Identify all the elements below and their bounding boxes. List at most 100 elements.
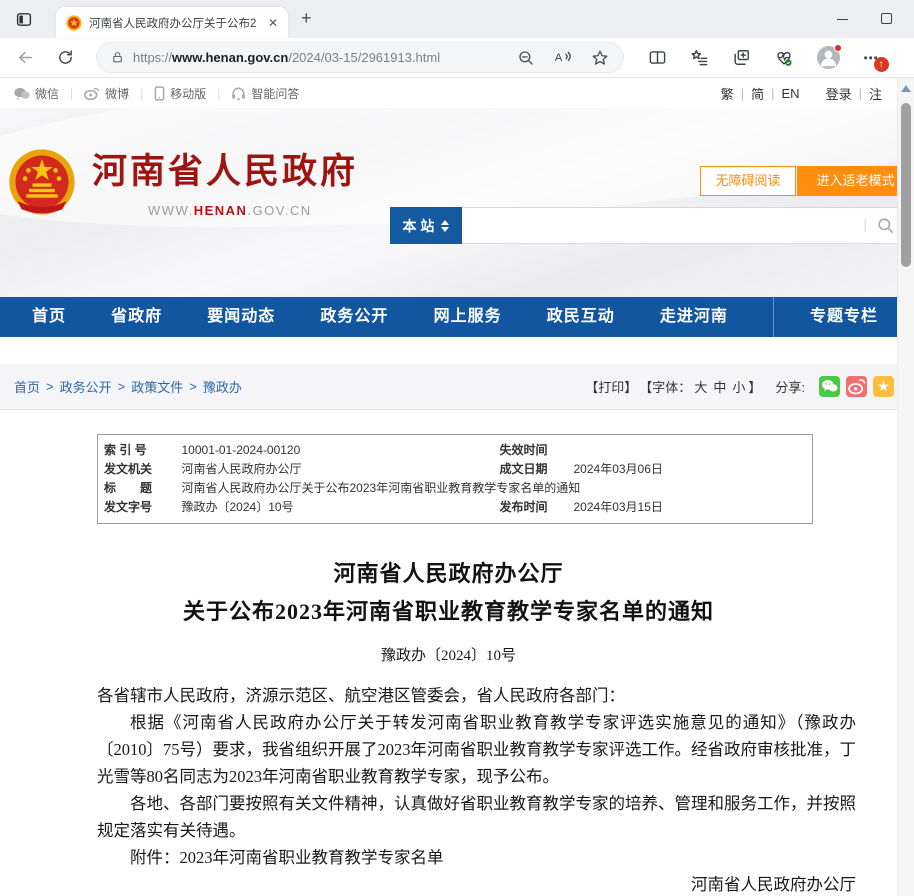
article-content: 索 引 号 10001-01-2024-00120 失效时间 发文机关 河南省人… [0, 410, 914, 896]
back-icon[interactable] [16, 48, 35, 67]
search-input[interactable] [462, 208, 913, 243]
weibo-link[interactable]: 微博 [84, 85, 129, 102]
page-tools: 【打印】 【字体： 大 中 小 】 分享: ★ [583, 376, 894, 397]
document-number: 豫政办〔2024〕10号 [0, 644, 897, 665]
nav-item-home[interactable]: 首页 [32, 297, 66, 337]
paragraph: 各省辖市人民政府，济源示范区、航空港区管委会，省人民政府各部门： [97, 682, 856, 709]
font-size-large[interactable]: 大 [694, 377, 707, 396]
mobile-version-link[interactable]: 移动版 [154, 85, 206, 102]
lang-traditional[interactable]: 繁 [721, 84, 734, 103]
collections-icon[interactable] [732, 48, 751, 67]
scope-arrows-icon [441, 220, 449, 232]
breadcrumb-yuzhengban[interactable]: 豫政办 [203, 377, 242, 396]
tab-actions-icon[interactable] [14, 11, 34, 28]
profile-avatar[interactable] [817, 46, 840, 69]
breadcrumb-policy-documents[interactable]: 政策文件 [131, 377, 183, 396]
table-row: 发文机关 河南省人民政府办公厅 成文日期 2024年03月06日 [98, 460, 813, 479]
lang-english[interactable]: EN [782, 86, 800, 101]
nav-item-news[interactable]: 要闻动态 [207, 297, 275, 337]
font-size-label: 【字体： [639, 377, 691, 396]
favorites-list-icon[interactable] [690, 48, 709, 67]
document-body: 各省辖市人民政府，济源示范区、航空港区管委会，省人民政府各部门： 根据《河南省人… [97, 682, 856, 896]
settings-more-icon[interactable]: ⋯↑ [863, 49, 879, 67]
site-header-banner: 河南省人民政府 WWW.HENAN.GOV.CN 无障碍阅读 进入适老模式 本 … [0, 108, 914, 297]
nav-item-provincial-gov[interactable]: 省政府 [111, 297, 162, 337]
tab-close-icon[interactable]: ✕ [268, 17, 278, 29]
url-text[interactable]: https://www.henan.gov.cn/2024/03-15/2961… [133, 50, 440, 65]
search-scope-dropdown[interactable]: 本 站 [390, 207, 462, 244]
utility-separator: | [70, 86, 73, 100]
breadcrumb-home[interactable]: 首页 [14, 377, 40, 396]
search-input-wrap: | [462, 207, 914, 244]
utility-separator: | [140, 86, 143, 100]
nav-item-gov-affairs[interactable]: 政务公开 [320, 297, 388, 337]
search-icon[interactable] [876, 216, 895, 235]
font-size-medium[interactable]: 中 [713, 377, 726, 396]
headset-icon [231, 86, 246, 101]
nav-item-into-henan[interactable]: 走进河南 [660, 297, 728, 337]
share-qzone-icon[interactable]: ★ [873, 376, 894, 397]
site-permissions-lock-icon[interactable] [111, 50, 124, 65]
profile-notification-dot [834, 44, 842, 52]
site-identity[interactable]: 河南省人民政府 WWW.HENAN.GOV.CN [92, 152, 358, 218]
window-maximize-button[interactable] [881, 13, 892, 24]
wechat-icon [14, 87, 30, 100]
svg-text:A: A [555, 52, 563, 64]
nav-item-online-services[interactable]: 网上服务 [434, 297, 502, 337]
attachment-line: 附件：2023年河南省职业教育教学专家名单 [97, 844, 856, 871]
signature: 河南省人民政府办公厅 [97, 871, 856, 896]
read-aloud-icon[interactable]: A [553, 49, 573, 67]
browser-tab[interactable]: 河南省人民政府办公厅关于公布2 ✕ [56, 7, 288, 38]
utility-separator: | [217, 86, 220, 100]
browser-tab-strip: 河南省人民政府办公厅关于公布2 ✕ + [0, 0, 914, 38]
tab-title: 河南省人民政府办公厅关于公布2 [89, 15, 261, 31]
print-button[interactable]: 【打印】 [585, 377, 637, 396]
breadcrumb-gov-affairs[interactable]: 政务公开 [60, 377, 112, 396]
document-meta-table: 索 引 号 10001-01-2024-00120 失效时间 发文机关 河南省人… [97, 434, 813, 524]
nav-item-interaction[interactable]: 政民互动 [547, 297, 615, 337]
paragraph: 根据《河南省人民政府办公厅关于转发河南省职业教育教学专家评选实施意见的通知》（豫… [97, 709, 856, 790]
site-favicon-icon [66, 15, 82, 31]
weibo-icon [84, 86, 100, 100]
wechat-link[interactable]: 微信 [14, 85, 59, 102]
document-title-line1: 河南省人民政府办公厅 [0, 556, 897, 588]
page-scrollbar[interactable] [897, 78, 914, 896]
site-search-bar: 本 站 | [390, 207, 914, 244]
new-tab-button[interactable]: + [301, 8, 312, 29]
site-utility-bar: 微信 | 微博 | 移动版 | 智能问答 繁 | 简 | EN 登录 | 注 [0, 78, 914, 108]
scrollbar-up-arrow-icon[interactable] [901, 85, 911, 92]
register-link[interactable]: 注 [869, 84, 882, 103]
window-minimize-button[interactable] [837, 19, 848, 20]
lang-simplified[interactable]: 简 [751, 84, 764, 103]
zoom-out-icon[interactable] [517, 49, 535, 67]
smart-qa-link[interactable]: 智能问答 [231, 85, 299, 102]
share-wechat-icon[interactable] [819, 376, 840, 397]
address-bar[interactable]: https://www.henan.gov.cn/2024/03-15/2961… [96, 42, 624, 73]
accessibility-reading-button[interactable]: 无障碍阅读 [700, 166, 796, 196]
browser-essentials-icon[interactable] [774, 48, 794, 67]
document-title-line2: 关于公布2023年河南省职业教育教学专家名单的通知 [0, 594, 897, 626]
site-url: WWW.HENAN.GOV.CN [148, 203, 358, 218]
scrollbar-thumb[interactable] [901, 103, 911, 267]
split-screen-icon[interactable] [648, 48, 667, 67]
table-row: 发文字号 豫政办〔2024〕10号 发布时间 2024年03月15日 [98, 498, 813, 524]
login-link[interactable]: 登录 [826, 84, 852, 103]
browser-update-badge: ↑ [874, 57, 889, 72]
mobile-phone-icon [154, 86, 165, 101]
table-row: 索 引 号 10001-01-2024-00120 失效时间 [98, 435, 813, 461]
main-navigation: 首页 省政府 要闻动态 政务公开 网上服务 政民互动 走进河南 专题专栏 [0, 297, 914, 337]
nav-item-special-topics[interactable]: 专题专栏 [773, 297, 878, 337]
favorite-star-icon[interactable] [591, 49, 609, 67]
browser-toolbar: https://www.henan.gov.cn/2024/03-15/2961… [0, 38, 914, 78]
font-size-small[interactable]: 小 [732, 377, 745, 396]
paragraph: 各地、各部门要按照有关文件精神，认真做好省职业教育教学专家的培养、管理和服务工作… [97, 790, 856, 844]
share-label: 分享: [775, 377, 805, 396]
national-emblem-logo [8, 148, 76, 216]
share-weibo-icon[interactable] [846, 376, 867, 397]
refresh-icon[interactable] [57, 49, 74, 66]
breadcrumb: 首页 > 政务公开 > 政策文件 > 豫政办 [14, 377, 242, 396]
webpage-viewport: 微信 | 微博 | 移动版 | 智能问答 繁 | 简 | EN 登录 | 注 [0, 78, 914, 896]
search-divider: | [863, 216, 867, 232]
table-row: 标 题 河南省人民政府办公厅关于公布2023年河南省职业教育教学专家名单的通知 [98, 479, 813, 498]
spacer [0, 337, 914, 364]
